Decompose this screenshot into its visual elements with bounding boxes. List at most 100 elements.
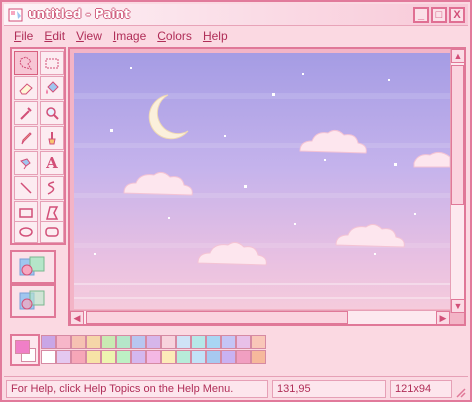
scroll-left-button[interactable]: ◀ xyxy=(70,311,84,325)
minimize-button[interactable]: _ xyxy=(413,7,429,23)
palette-swatch[interactable] xyxy=(71,335,86,349)
menu-help[interactable]: Help xyxy=(203,29,228,43)
palette-swatch[interactable] xyxy=(191,350,206,364)
palette-swatch[interactable] xyxy=(71,350,86,364)
menu-image[interactable]: Image xyxy=(113,29,146,43)
curve-icon xyxy=(47,181,55,195)
palette-swatch[interactable] xyxy=(251,335,266,349)
status-bar: For Help, click Help Topics on the Help … xyxy=(4,376,468,400)
tool-free-form-select[interactable] xyxy=(14,51,38,75)
arrow-down-icon: ▼ xyxy=(453,300,463,311)
palette-swatch[interactable] xyxy=(176,350,191,364)
palette-swatch[interactable] xyxy=(206,335,221,349)
opaque-option-icon xyxy=(19,256,45,276)
tool-magnifier[interactable] xyxy=(40,101,64,125)
palette-swatch[interactable] xyxy=(236,335,251,349)
tool-eraser[interactable] xyxy=(14,76,38,100)
tool-ellipse[interactable] xyxy=(14,221,38,243)
title-bar[interactable]: untitled - Paint _ □ X xyxy=(4,4,468,26)
tool-option-transparent[interactable] xyxy=(10,284,56,318)
color-picker-icon xyxy=(20,107,32,120)
vertical-scroll-thumb[interactable] xyxy=(451,65,464,205)
tool-fill[interactable] xyxy=(40,76,64,100)
menu-bar: File Edit View Image Colors Help xyxy=(4,26,468,46)
magnifier-icon xyxy=(46,107,59,120)
palette-swatch[interactable] xyxy=(236,350,251,364)
palette-swatch[interactable] xyxy=(131,335,146,349)
close-button[interactable]: X xyxy=(449,7,465,23)
transparent-option-icon xyxy=(19,290,45,310)
tool-rect-select[interactable] xyxy=(40,51,64,75)
canvas-artwork xyxy=(74,53,450,309)
menu-edit[interactable]: Edit xyxy=(44,29,65,43)
polygon-icon xyxy=(46,206,59,220)
tool-brush[interactable] xyxy=(40,126,64,150)
tool-rounded-rect[interactable] xyxy=(40,221,64,243)
tool-color-picker[interactable] xyxy=(14,101,38,125)
menu-file[interactable]: File xyxy=(14,29,33,43)
minimize-icon: _ xyxy=(417,8,425,21)
tool-text[interactable]: A xyxy=(40,151,64,175)
resize-grip-icon[interactable] xyxy=(454,386,466,398)
palette-swatch[interactable] xyxy=(206,350,221,364)
window-title: untitled - Paint xyxy=(28,7,130,21)
tool-curve[interactable] xyxy=(40,176,64,200)
toolbox: A xyxy=(10,47,66,245)
paint-app-icon xyxy=(8,8,23,22)
current-colors[interactable] xyxy=(10,334,40,366)
palette-swatch[interactable] xyxy=(221,350,236,364)
status-help-text: For Help, click Help Topics on the Help … xyxy=(6,380,268,398)
foreground-color-swatch xyxy=(15,340,30,354)
palette-swatch[interactable] xyxy=(56,350,71,364)
free-form-select-icon xyxy=(19,56,33,70)
palette-swatch[interactable] xyxy=(161,335,176,349)
palette-swatch[interactable] xyxy=(251,350,266,364)
tool-airbrush[interactable] xyxy=(14,151,38,175)
palette-swatch[interactable] xyxy=(101,335,116,349)
line-icon xyxy=(20,182,32,194)
canvas-frame: ▲ ▼ ◀ ▶ xyxy=(68,47,466,326)
close-icon: X xyxy=(453,8,461,21)
eraser-icon xyxy=(19,83,33,95)
rectangle-icon xyxy=(19,208,33,218)
palette-swatch[interactable] xyxy=(161,350,176,364)
pencil-icon xyxy=(21,132,32,145)
palette-swatch[interactable] xyxy=(41,350,56,364)
palette-swatch[interactable] xyxy=(191,335,206,349)
palette-swatch[interactable] xyxy=(176,335,191,349)
arrow-up-icon: ▲ xyxy=(453,50,463,61)
airbrush-icon xyxy=(20,158,31,170)
maximize-button[interactable]: □ xyxy=(431,7,447,23)
palette-swatch[interactable] xyxy=(146,350,161,364)
horizontal-scroll-thumb[interactable] xyxy=(86,311,348,324)
rect-select-icon xyxy=(45,58,59,69)
arrow-left-icon: ◀ xyxy=(73,312,81,323)
fill-bucket-icon xyxy=(46,81,59,94)
brush-icon xyxy=(48,132,56,145)
status-cursor-coords: 131,95 xyxy=(272,380,386,398)
tool-line[interactable] xyxy=(14,176,38,200)
scroll-up-button[interactable]: ▲ xyxy=(451,49,465,63)
color-palette xyxy=(10,334,266,366)
palette-swatch[interactable] xyxy=(41,335,56,349)
tool-option-opaque[interactable] xyxy=(10,250,56,284)
text-icon: A xyxy=(46,154,58,172)
palette-swatch[interactable] xyxy=(146,335,161,349)
palette-swatch[interactable] xyxy=(131,350,146,364)
horizontal-scrollbar[interactable]: ◀ ▶ xyxy=(70,310,450,325)
drawing-canvas[interactable] xyxy=(74,53,450,309)
scroll-right-button[interactable]: ▶ xyxy=(436,311,450,325)
scroll-down-button[interactable]: ▼ xyxy=(451,299,465,313)
palette-swatch[interactable] xyxy=(221,335,236,349)
palette-swatch[interactable] xyxy=(86,335,101,349)
vertical-scrollbar[interactable]: ▲ ▼ xyxy=(450,49,465,313)
rounded-rect-icon xyxy=(45,227,59,237)
palette-swatch[interactable] xyxy=(101,350,116,364)
palette-swatch[interactable] xyxy=(116,335,131,349)
menu-view[interactable]: View xyxy=(76,29,102,43)
palette-swatch[interactable] xyxy=(56,335,71,349)
palette-swatch[interactable] xyxy=(116,350,131,364)
menu-colors[interactable]: Colors xyxy=(157,29,192,43)
palette-swatch[interactable] xyxy=(86,350,101,364)
tool-pencil[interactable] xyxy=(14,126,38,150)
